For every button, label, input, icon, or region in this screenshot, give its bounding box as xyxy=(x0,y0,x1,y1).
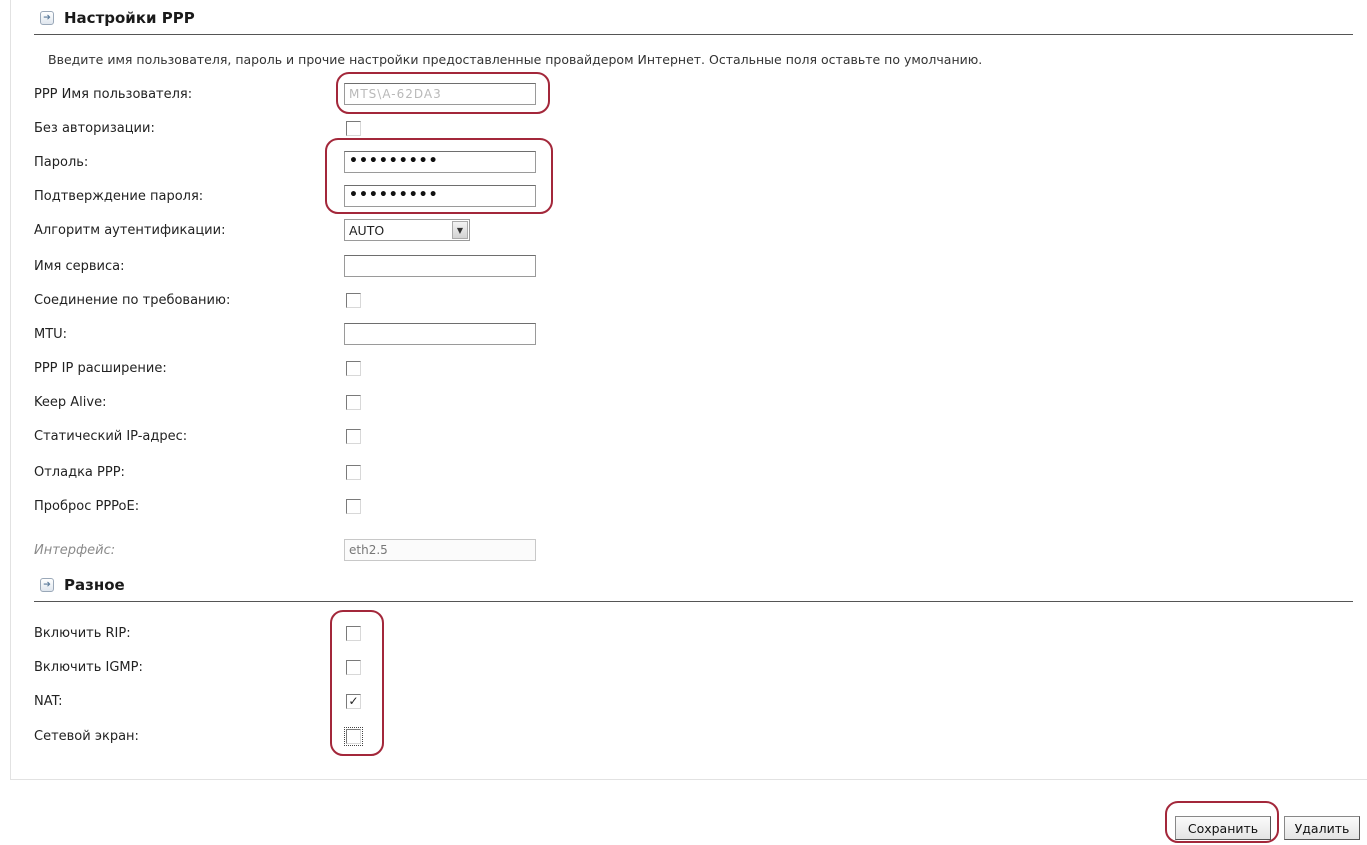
firewall-label: Сетевой экран: xyxy=(34,728,139,744)
nat-label: NAT: xyxy=(34,693,63,709)
on-demand-checkbox[interactable] xyxy=(346,292,361,308)
no-auth-row: Без авторизации: xyxy=(34,116,361,140)
on-demand-label: Соединение по требованию: xyxy=(34,292,231,308)
pppoe-passthrough-checkbox[interactable] xyxy=(346,498,361,514)
ppp-ip-ext-checkbox[interactable] xyxy=(346,360,361,376)
on-demand-row: Соединение по требованию: xyxy=(34,288,361,312)
password-label: Пароль: xyxy=(34,154,89,170)
dropdown-arrow-icon[interactable]: ▼ xyxy=(452,221,468,239)
mtu-label: MTU: xyxy=(34,326,68,342)
misc-checkbox-highlight xyxy=(330,610,384,756)
ppp-section-title: Настройки PPP xyxy=(64,9,195,27)
misc-section-divider xyxy=(34,601,1353,602)
no-auth-checkbox[interactable] xyxy=(346,120,361,136)
rip-label: Включить RIP: xyxy=(34,625,131,641)
ppp-intro-text: Введите имя пользователя, пароль и прочи… xyxy=(48,52,983,67)
ppp-ip-ext-row: PPP IP расширение: xyxy=(34,356,361,380)
static-ip-label: Статический IP-адрес: xyxy=(34,428,188,444)
igmp-row: Включить IGMP: xyxy=(34,655,361,679)
arrow-in-box-icon: ➔ xyxy=(40,578,54,592)
nat-row: NAT: ✓ xyxy=(34,689,361,713)
service-name-row: Имя сервиса: xyxy=(34,254,536,278)
service-name-input[interactable] xyxy=(344,255,536,277)
service-name-label: Имя сервиса: xyxy=(34,258,125,274)
auth-algorithm-label: Алгоритм аутентификации: xyxy=(34,222,226,238)
arrow-in-box-icon: ➔ xyxy=(40,11,54,25)
delete-button[interactable]: Удалить xyxy=(1284,816,1360,840)
mtu-row: MTU: xyxy=(34,322,536,346)
keep-alive-row: Keep Alive: xyxy=(34,390,361,414)
firewall-row: Сетевой экран: xyxy=(34,724,363,748)
ppp-section-header: ➔ Настройки PPP xyxy=(40,6,195,30)
misc-section-title: Разное xyxy=(64,576,125,594)
ppp-debug-checkbox[interactable] xyxy=(346,464,361,480)
interface-input: eth2.5 xyxy=(344,539,536,561)
save-button[interactable]: Сохранить xyxy=(1175,816,1271,840)
ppp-ip-ext-label: PPP IP расширение: xyxy=(34,360,167,376)
auth-algorithm-select[interactable]: AUTO ▼ xyxy=(344,219,470,241)
auth-algorithm-value: AUTO xyxy=(349,222,385,238)
ppp-debug-row: Отладка PPP: xyxy=(34,460,361,484)
ppp-debug-label: Отладка PPP: xyxy=(34,464,125,480)
pppoe-passthrough-row: Проброс PPPoE: xyxy=(34,494,361,518)
no-auth-label: Без авторизации: xyxy=(34,120,155,136)
igmp-label: Включить IGMP: xyxy=(34,659,143,675)
mtu-input[interactable] xyxy=(344,323,536,345)
static-ip-checkbox[interactable] xyxy=(346,428,361,444)
password-confirm-label: Подтверждение пароля: xyxy=(34,188,204,204)
username-label: PPP Имя пользователя: xyxy=(34,86,193,102)
pppoe-passthrough-label: Проброс PPPoE: xyxy=(34,498,140,514)
keep-alive-label: Keep Alive: xyxy=(34,394,107,410)
auth-algorithm-row: Алгоритм аутентификации: AUTO ▼ xyxy=(34,218,470,242)
username-highlight xyxy=(336,72,550,114)
rip-row: Включить RIP: xyxy=(34,621,361,645)
password-highlight xyxy=(325,138,553,214)
misc-section-header: ➔ Разное xyxy=(40,573,125,597)
static-ip-row: Статический IP-адрес: xyxy=(34,424,361,448)
interface-label: Интерфейс: xyxy=(34,542,116,558)
interface-row: Интерфейс: eth2.5 xyxy=(34,538,536,562)
ppp-section-divider xyxy=(34,34,1353,35)
keep-alive-checkbox[interactable] xyxy=(346,394,361,410)
